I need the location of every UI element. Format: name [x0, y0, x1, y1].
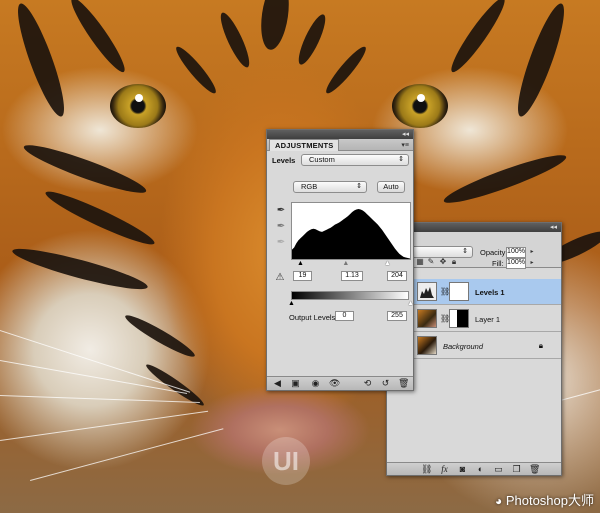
- fill-input[interactable]: 100%: [506, 258, 526, 269]
- panel-menu-icon[interactable]: ▾≡: [401, 141, 409, 149]
- output-slider-track[interactable]: ▲ ▲: [288, 300, 414, 308]
- tiger-left-eye: [110, 84, 166, 128]
- adjustments-footer: ◀ ▣ ◉ 👁︎ ⟲ ↺ 🗑︎: [267, 376, 413, 390]
- output-white-value: 255: [391, 312, 403, 319]
- collapse-icon[interactable]: ◂◂: [402, 131, 409, 138]
- trash-icon[interactable]: 🗑︎: [398, 378, 409, 388]
- new-layer-icon[interactable]: ❐: [511, 464, 522, 474]
- chevron-updown-icon: ⇕: [462, 248, 468, 255]
- input-gamma-value: 1.13: [345, 272, 359, 279]
- layer-name: Background: [443, 342, 484, 351]
- add-mask-icon[interactable]: ◙: [457, 464, 468, 474]
- tiger-right-eye: [392, 84, 448, 128]
- adjustment-layer-icon[interactable]: ◐: [475, 464, 486, 474]
- lock-all-icon[interactable]: 🔒︎: [449, 256, 459, 267]
- adjustments-titlebar[interactable]: ◂◂: [267, 130, 413, 139]
- watermark-site-name: ◕ Photoshop大师: [495, 490, 594, 509]
- preset-select[interactable]: Custom ⇕: [301, 154, 409, 166]
- output-gradient: [291, 291, 409, 300]
- previous-state-icon[interactable]: ⟲: [362, 378, 373, 388]
- black-point-slider[interactable]: ▲: [297, 260, 304, 268]
- eyedropper-gray-icon[interactable]: ✒: [276, 221, 286, 232]
- output-white-field[interactable]: 255: [387, 311, 407, 321]
- output-white-slider[interactable]: ▲: [407, 300, 414, 308]
- adjustments-panel: ◂◂ ADJUSTMENTS ▾≡ Levels Custom ⇕ RGB ⇕ …: [266, 129, 414, 391]
- input-white-value: 204: [391, 272, 403, 279]
- layer-view-icon[interactable]: ▣: [290, 378, 301, 388]
- layer-name: Levels 1: [475, 288, 505, 297]
- input-gamma-field[interactable]: 1.13: [341, 271, 363, 281]
- weibo-icon: ◕: [494, 494, 503, 508]
- reset-icon[interactable]: ↺: [380, 378, 391, 388]
- layer-image-thumbnail: [417, 309, 437, 328]
- fill-dropdown-icon[interactable]: ▸: [527, 258, 537, 269]
- opacity-input[interactable]: 100%: [506, 247, 526, 258]
- fx-icon[interactable]: fx: [439, 464, 450, 474]
- watermark-site-text: Photoshop大师: [505, 493, 594, 508]
- input-white-field[interactable]: 204: [387, 271, 407, 281]
- layer-mask-thumbnail: [449, 282, 469, 301]
- output-levels-label: Output Levels:: [289, 313, 338, 322]
- chevron-updown-icon: ⇕: [398, 156, 404, 163]
- opacity-value: 100%: [507, 248, 525, 255]
- lock-image-icon[interactable]: ✎: [426, 256, 436, 267]
- layers-footer: ⛓ fx ◙ ◐ ▭ ❐ 🗑︎: [387, 462, 561, 475]
- histogram-graph: [292, 209, 410, 259]
- lock-transparent-icon[interactable]: ▦: [415, 256, 425, 267]
- channel-select[interactable]: RGB ⇕: [293, 181, 367, 193]
- layer-name: Layer 1: [475, 315, 501, 324]
- opacity-dropdown-icon[interactable]: ▸: [527, 247, 537, 258]
- output-black-value: 0: [342, 312, 347, 319]
- levels-adjustment-thumbnail: [417, 282, 437, 301]
- fill-value: 100%: [507, 259, 525, 266]
- watermark-logo: UI: [262, 437, 310, 485]
- eyedropper-white-icon[interactable]: ✒: [276, 237, 286, 248]
- adjustments-tabbar: ADJUSTMENTS ▾≡: [267, 139, 413, 151]
- trash-icon[interactable]: 🗑︎: [529, 464, 540, 474]
- collapse-icon[interactable]: ◂◂: [550, 224, 557, 231]
- lock-icon: 🔒︎: [538, 341, 543, 350]
- layer-row-layer-1[interactable]: ⛓ Layer 1: [413, 306, 561, 332]
- eye-toggle-icon[interactable]: 👁︎: [329, 378, 340, 388]
- channel-value: RGB: [301, 182, 318, 191]
- lock-position-icon[interactable]: ✥: [438, 256, 448, 267]
- eyedropper-black-icon[interactable]: ✒: [276, 205, 286, 216]
- tab-adjustments[interactable]: ADJUSTMENTS: [269, 139, 340, 151]
- histogram-area: [292, 209, 410, 259]
- opacity-label: Opacity:: [480, 248, 508, 257]
- white-point-slider[interactable]: ▲: [384, 260, 391, 268]
- layer-row-background[interactable]: Background 🔒︎: [413, 333, 561, 359]
- output-black-field[interactable]: 0: [335, 311, 354, 321]
- layer-image-thumbnail: [417, 336, 437, 355]
- layer-row-levels-1[interactable]: ⛓ Levels 1: [413, 279, 561, 305]
- chevron-updown-icon: ⇕: [356, 183, 362, 190]
- gamma-slider[interactable]: ▲: [342, 260, 349, 268]
- group-icon[interactable]: ▭: [493, 464, 504, 474]
- input-slider-track[interactable]: ▲ ▲ ▲: [291, 260, 411, 268]
- input-black-field[interactable]: 19: [293, 271, 312, 281]
- layer-mask-thumbnail: [449, 309, 469, 328]
- back-arrow-icon[interactable]: ◀: [272, 378, 283, 388]
- preset-value: Custom: [309, 155, 335, 164]
- auto-label: Auto: [383, 182, 399, 191]
- output-black-slider[interactable]: ▲: [288, 300, 295, 308]
- input-black-value: 19: [298, 272, 307, 279]
- fill-label: Fill:: [492, 259, 504, 268]
- clip-layer-icon[interactable]: ◉: [310, 378, 321, 388]
- clipping-warning-icon[interactable]: ⚠: [273, 272, 287, 283]
- adjustment-type-label: Levels: [272, 156, 296, 165]
- link-layers-icon[interactable]: ⛓: [421, 464, 432, 474]
- auto-button[interactable]: Auto: [377, 181, 405, 193]
- histogram: [291, 202, 411, 260]
